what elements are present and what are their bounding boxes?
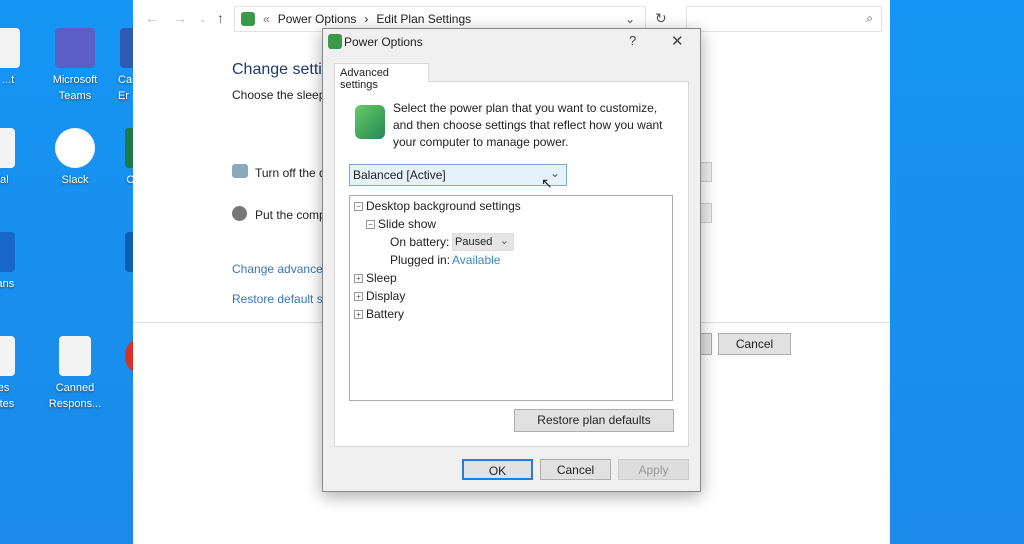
- tree-item-display[interactable]: + Display: [354, 289, 405, 303]
- sleep-label: Put the comp: [255, 208, 326, 222]
- restore-plan-defaults-button[interactable]: Restore plan defaults: [514, 409, 674, 432]
- search-icon: ⌕: [866, 11, 873, 25]
- cancel-button[interactable]: Cancel: [540, 459, 611, 480]
- power-plan-select[interactable]: Balanced [Active] ⌄: [349, 164, 567, 186]
- chevron-down-icon[interactable]: ⌄: [625, 12, 635, 26]
- on-battery-select[interactable]: Paused ⌄: [452, 233, 514, 251]
- tab-advanced-settings[interactable]: Advanced settings: [334, 63, 429, 91]
- overflow-icon: «: [263, 12, 270, 26]
- tree-item-battery[interactable]: + Battery: [354, 307, 404, 321]
- power-options-icon: [241, 12, 255, 26]
- ok-button[interactable]: OK: [462, 459, 533, 480]
- tree-item-slide-show[interactable]: − Slide show: [366, 217, 436, 231]
- desktop-icon[interactable]: Notes ...plates: [0, 336, 30, 412]
- file-icon: [59, 336, 91, 376]
- desktop-icon[interactable]: Ca Er: [118, 28, 160, 104]
- expand-icon[interactable]: +: [354, 310, 363, 319]
- mouse-cursor-icon: ↖: [541, 175, 553, 191]
- desktop-icon-slack[interactable]: Slack: [40, 128, 110, 188]
- up-icon[interactable]: ↑: [217, 10, 224, 26]
- slack-icon: [55, 128, 95, 168]
- power-plan-value: Balanced [Active]: [353, 168, 446, 182]
- search-input[interactable]: ⌕: [686, 6, 882, 32]
- forward-icon[interactable]: →: [173, 10, 187, 26]
- apply-button[interactable]: Apply: [618, 459, 689, 480]
- back-icon[interactable]: ←: [145, 10, 159, 26]
- dialog-description: Select the power plan that you want to c…: [393, 101, 663, 149]
- dialog-title: Power Options: [344, 35, 423, 49]
- help-button[interactable]: ?: [629, 33, 636, 48]
- teams-icon: [55, 28, 95, 68]
- file-icon: [0, 336, 15, 376]
- tree-item-sleep[interactable]: + Sleep: [354, 271, 397, 285]
- plugged-in-value[interactable]: Available: [452, 253, 500, 267]
- on-battery-label: On battery:: [390, 235, 450, 249]
- breadcrumb-separator-icon: ›: [364, 12, 369, 26]
- sleep-icon: [232, 206, 247, 221]
- settings-tree[interactable]: − Desktop background settings − Slide show…: [349, 195, 673, 401]
- breadcrumb-item[interactable]: Edit Plan Settings: [376, 12, 471, 26]
- desktop-icon[interactable]: Canned Respons...: [40, 336, 110, 412]
- power-plan-icon: [355, 105, 385, 139]
- change-advanced-link[interactable]: Change advanced: [232, 262, 329, 276]
- page-title: Change settin: [232, 61, 331, 78]
- desktop-right: [890, 0, 1024, 544]
- recent-dropdown-icon[interactable]: ⌄: [199, 14, 207, 25]
- collapse-icon[interactable]: −: [366, 220, 375, 229]
- power-options-icon: [328, 34, 342, 49]
- file-icon: [0, 128, 15, 168]
- expand-icon[interactable]: +: [354, 292, 363, 301]
- chevron-down-icon: ⌄: [499, 235, 509, 247]
- plugged-in-label: Plugged in:: [390, 253, 451, 267]
- refresh-icon[interactable]: ↻: [655, 10, 667, 27]
- desktop-icon-bluejeans[interactable]: ...Jeans: [0, 232, 30, 292]
- collapse-icon[interactable]: −: [354, 202, 363, 211]
- bluejeans-icon: [0, 232, 15, 272]
- restore-defaults-link[interactable]: Restore default se: [232, 292, 329, 306]
- page-subtitle: Choose the sleep: [232, 88, 326, 102]
- breadcrumb-item[interactable]: Power Options: [278, 12, 357, 26]
- turn-off-display-label: Turn off the d: [255, 166, 326, 180]
- desktop-icon-teams[interactable]: Microsoft Teams: [40, 28, 110, 104]
- desktop-icon[interactable]: ...eral: [0, 128, 30, 188]
- display-icon: [232, 164, 248, 178]
- cancel-button[interactable]: Cancel: [718, 333, 791, 355]
- expand-icon[interactable]: +: [354, 274, 363, 283]
- file-icon: [0, 28, 20, 68]
- power-options-dialog: Power Options ? ✕ Advanced settings Sele…: [322, 28, 701, 492]
- tree-item-desktop-background[interactable]: − Desktop background settings: [354, 199, 521, 213]
- close-button[interactable]: ✕: [671, 32, 684, 50]
